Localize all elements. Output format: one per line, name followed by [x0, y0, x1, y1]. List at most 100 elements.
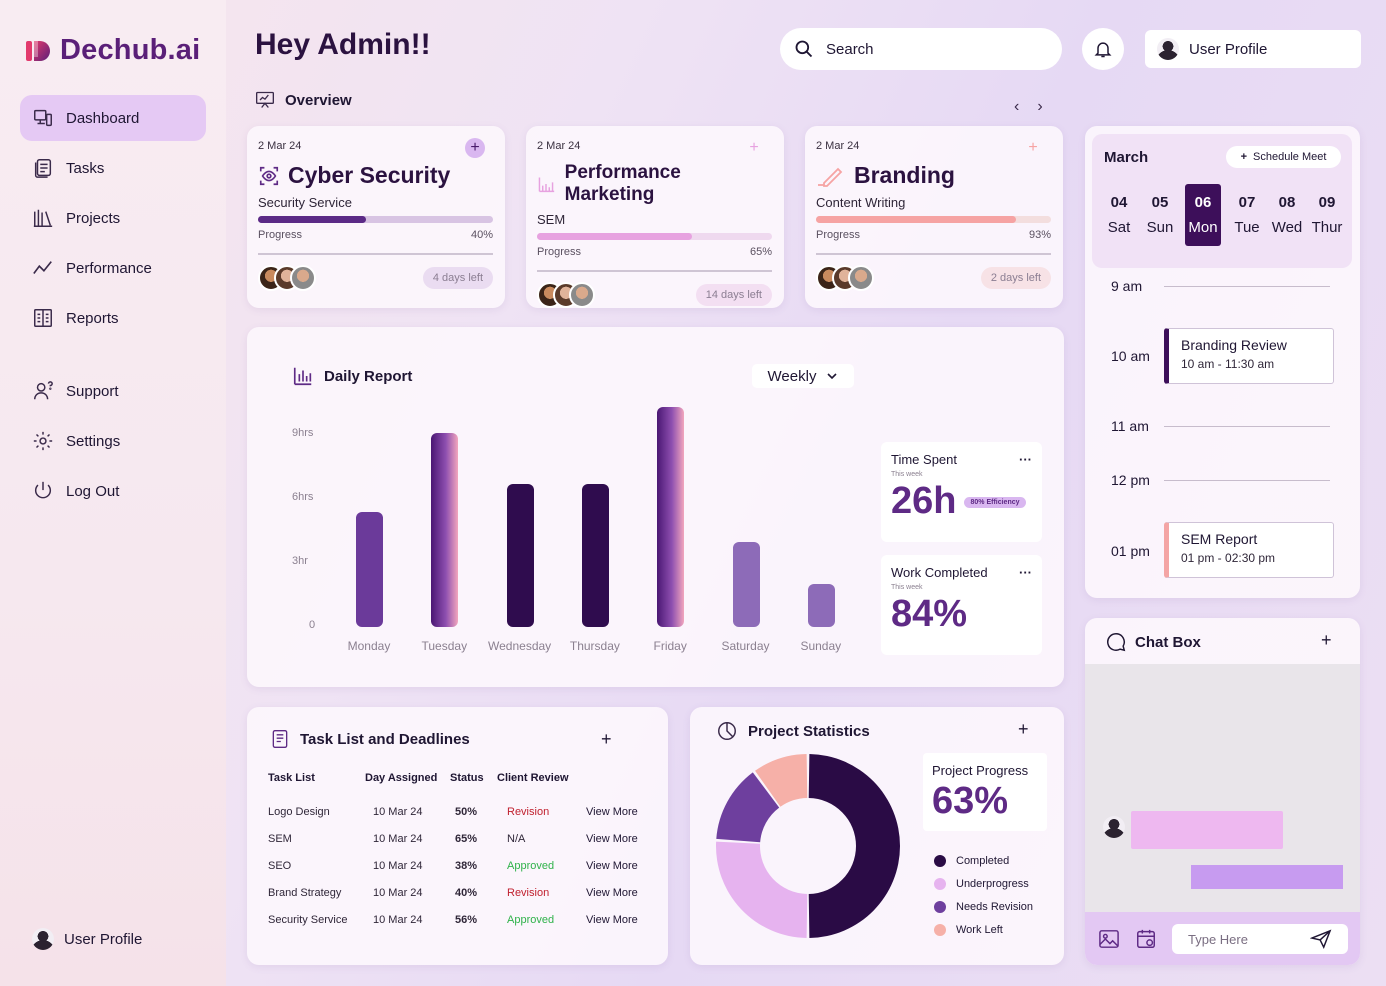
progress-bar — [258, 216, 493, 223]
calendar-icon[interactable] — [1135, 928, 1157, 950]
task-name: SEO — [268, 860, 292, 872]
card-subtitle: SEM — [537, 212, 566, 227]
add-stat-button[interactable]: + — [1018, 719, 1029, 740]
chevron-left-icon[interactable]: ‹ — [1014, 98, 1019, 116]
days-left-badge: 14 days left — [695, 284, 772, 306]
sidebar-item-performance[interactable]: Performance — [20, 245, 206, 291]
calendar-day[interactable]: 08 Wed — [1269, 184, 1305, 246]
task-status: 65% — [455, 833, 478, 845]
card-date: 2 Mar 24 — [258, 140, 302, 152]
view-more-link[interactable]: View More — [586, 887, 638, 899]
x-tick-label: Saturday — [721, 639, 770, 653]
chevron-right-icon[interactable]: › — [1037, 98, 1042, 116]
y-tick-label: 9hrs — [292, 427, 314, 439]
time-spent-value: 26h — [891, 480, 957, 522]
card-subtitle: Content Writing — [816, 195, 906, 210]
task-review: N/A — [507, 833, 526, 845]
brand[interactable]: Dechub.ai — [24, 34, 200, 67]
task-name: Logo Design — [268, 806, 330, 818]
task-day: 10 Mar 24 — [373, 860, 423, 872]
calendar-day-selected[interactable]: 06 Mon — [1185, 184, 1221, 246]
sidebar-item-logout[interactable]: Log Out — [20, 468, 206, 514]
task-day: 10 Mar 24 — [373, 833, 423, 845]
calendar-day[interactable]: 05 Sun — [1142, 184, 1178, 246]
chat-message-incoming — [1131, 811, 1283, 849]
sidebar-item-tasks[interactable]: Tasks — [20, 145, 206, 191]
team-avatars — [816, 265, 874, 291]
more-icon[interactable]: ··· — [1019, 452, 1032, 467]
event-branding-review[interactable]: Branding Review 10 am - 11:30 am — [1164, 328, 1334, 384]
brand-logo-icon — [26, 40, 50, 61]
view-more-link[interactable]: View More — [586, 806, 638, 818]
progress-bar — [816, 216, 1051, 223]
search-label: Search — [826, 40, 874, 58]
sidebar-item-projects[interactable]: Projects — [20, 195, 206, 241]
y-tick-label: 3hr — [292, 555, 308, 567]
project-card-branding[interactable]: 2 Mar 24 + Branding Content Writing Prog… — [805, 126, 1063, 308]
x-tick-label: Wednesday — [488, 639, 552, 653]
legend-underprogress: Underprogress — [934, 878, 1029, 890]
sidebar-item-label: Log Out — [66, 482, 120, 500]
efficiency-badge: 80% Efficiency — [964, 497, 1026, 509]
period-select[interactable]: Weekly — [752, 364, 854, 388]
time-label: 12 pm — [1111, 472, 1150, 488]
avatar — [1103, 816, 1125, 838]
event-sem-report[interactable]: SEM Report 01 pm - 02:30 pm — [1164, 522, 1334, 578]
chevron-down-icon — [827, 373, 838, 380]
sidebar-item-dashboard[interactable]: Dashboard — [20, 95, 206, 141]
team-avatars — [537, 282, 595, 308]
progress-value: 65% — [749, 246, 772, 258]
project-card-cyber-security[interactable]: 2 Mar 24 + Cyber Security Security Servi… — [247, 126, 505, 308]
add-icon[interactable]: + — [465, 138, 485, 158]
send-icon[interactable] — [1310, 929, 1332, 949]
y-tick-label: 0 — [309, 619, 316, 631]
column-header: Day Assigned — [365, 772, 438, 784]
new-chat-button[interactable]: + — [1321, 630, 1332, 651]
calendar-day[interactable]: 09 Thur — [1309, 184, 1345, 246]
view-more-link[interactable]: View More — [586, 833, 638, 845]
sidebar-user-profile[interactable]: User Profile — [32, 928, 142, 950]
add-task-button[interactable]: + — [601, 729, 612, 750]
task-status: 56% — [455, 914, 478, 926]
sidebar-item-label: Reports — [66, 309, 119, 327]
card-title: Cyber Security — [288, 162, 451, 188]
daily-report-title: Daily Report — [292, 365, 412, 387]
notification-button[interactable] — [1082, 28, 1124, 70]
chart-bar — [356, 511, 383, 627]
bar-chart-icon — [538, 177, 555, 193]
chat-message-input[interactable]: Type Here — [1172, 924, 1348, 954]
team-avatars — [258, 265, 316, 291]
calendar-day[interactable]: 07 Tue — [1229, 184, 1265, 246]
sidebar-item-settings[interactable]: Settings — [20, 418, 206, 464]
gear-icon — [33, 431, 53, 451]
view-more-link[interactable]: View More — [586, 860, 638, 872]
task-review: Revision — [507, 887, 550, 899]
reports-icon — [34, 309, 52, 327]
work-completed-value: 84% — [891, 593, 968, 635]
y-tick-label: 6hrs — [292, 491, 314, 503]
calendar-day[interactable]: 04 Sat — [1101, 184, 1137, 246]
days-left-badge: 2 days left — [980, 267, 1051, 289]
sidebar-item-support[interactable]: Support — [20, 368, 206, 414]
chart-bar — [581, 484, 609, 627]
pie-chart-icon — [718, 722, 736, 740]
document-icon — [272, 730, 288, 748]
header-user-profile[interactable]: User Profile — [1145, 30, 1361, 68]
image-icon[interactable] — [1098, 929, 1120, 949]
time-label: 11 am — [1111, 418, 1149, 434]
sidebar-item-reports[interactable]: Reports — [20, 295, 206, 341]
card-date: 2 Mar 24 — [816, 140, 860, 152]
legend-work-left: Work Left — [934, 924, 1003, 936]
add-icon[interactable]: + — [744, 138, 764, 158]
chart-bar — [657, 407, 685, 627]
task-status: 38% — [455, 860, 478, 872]
task-list-title: Task List and Deadlines — [270, 728, 470, 750]
header-profile-label: User Profile — [1189, 40, 1268, 58]
schedule-meet-button[interactable]: + Schedule Meet — [1226, 146, 1341, 168]
add-icon[interactable]: + — [1023, 138, 1043, 158]
view-more-link[interactable]: View More — [586, 914, 638, 926]
search-input[interactable]: Search — [780, 28, 1062, 70]
progress-bar — [537, 233, 772, 240]
more-icon[interactable]: ··· — [1019, 565, 1032, 580]
project-card-performance-marketing[interactable]: 2 Mar 24 + Performance Marketing SEM Pro… — [526, 126, 784, 308]
